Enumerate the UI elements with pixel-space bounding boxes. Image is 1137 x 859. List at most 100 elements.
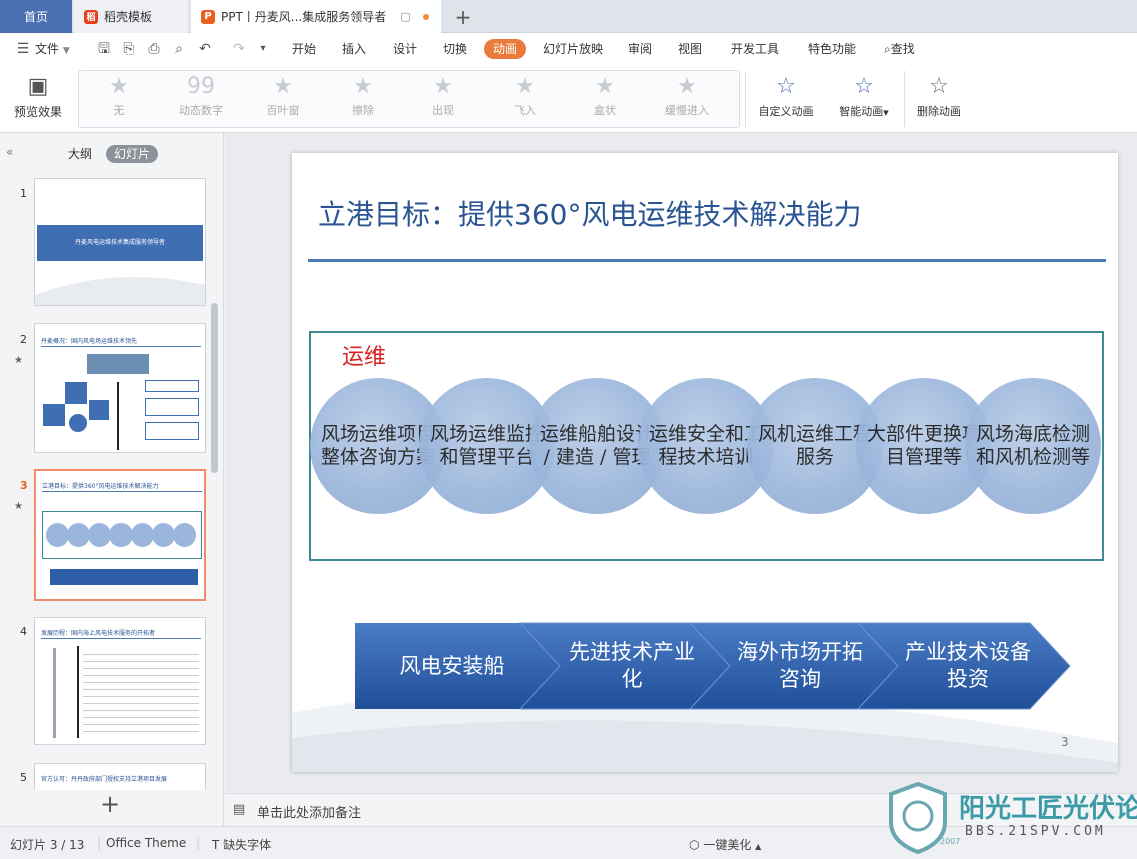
slide-thumb-3[interactable]: 立港目标：提供360°风电运维技术解决能力 [34, 469, 206, 601]
menu-design[interactable]: 设计 [393, 39, 417, 59]
hamburger-icon[interactable]: ☰ [14, 40, 32, 58]
effect-label: 缓慢进入 [665, 104, 709, 117]
effect-label: 盒状 [594, 104, 616, 117]
font-icon: T [212, 838, 220, 852]
menu-insert[interactable]: 插入 [342, 39, 366, 59]
menu-file[interactable]: 文件 ▼ [35, 39, 70, 59]
effect-wipe[interactable]: ★ 擦除 [323, 71, 403, 129]
tab-home[interactable]: 首页 [0, 0, 72, 33]
thumbnail-scrollbar[interactable] [211, 303, 218, 473]
delete-animation-button[interactable]: ☆ 删除动画 [910, 71, 968, 127]
effect-box[interactable]: ★ 盒状 [565, 71, 645, 129]
preview-icon: ▣ [27, 74, 49, 99]
status-divider: | [196, 836, 201, 850]
notes-icon: ▤ [233, 802, 246, 817]
smart-animation-button[interactable]: ☆ 智能动画▼ [832, 71, 896, 127]
slide-thumb-1[interactable]: 丹麦风电运维技术集成服务领导者 [34, 178, 206, 306]
custom-animation-button[interactable]: ☆ 自定义动画 [752, 71, 820, 127]
thumbnail-list: 1 丹麦风电运维技术集成服务领导者 2 ★ 丹麦概况：国内风电场运维技术领先 3… [0, 173, 224, 790]
add-slide-button[interactable]: + [100, 790, 120, 818]
menu-features[interactable]: 特色功能 [808, 39, 856, 59]
thumb-ship-image [87, 354, 149, 374]
star-icon: ★ [595, 74, 615, 99]
export-icon[interactable]: ⎘ [120, 40, 138, 58]
effect-dynamic-number[interactable]: 99 动态数字 [161, 71, 241, 129]
thumb-circle [151, 523, 175, 547]
slide-thumb-5[interactable]: 官方认可：丹丹政府部门授权支持立港项目发展 [34, 763, 206, 790]
thumb-item [145, 398, 199, 416]
tab-ppt[interactable]: P PPT丨丹麦风...集成服务领导者 ▢ [191, 0, 441, 33]
effect-label: 出现 [432, 104, 454, 117]
effect-fly-in[interactable]: ★ 飞入 [485, 71, 565, 129]
print-preview-icon[interactable]: ⌕ [170, 40, 188, 58]
tab-docer-label: 稻壳模板 [104, 10, 153, 24]
effect-blinds[interactable]: ★ 百叶窗 [243, 71, 323, 129]
search-icon: ⌕ [884, 42, 891, 56]
thumb-circle [46, 523, 70, 547]
thumb-box [43, 404, 65, 426]
menu-animation[interactable]: 动画 [484, 39, 527, 59]
slide-thumb-4[interactable]: 发展历程：国内海上风电技术服务的开拓者 [34, 617, 206, 745]
chevron-label: 先进技术产业化 [569, 640, 695, 691]
add-tab-button[interactable]: + [450, 0, 476, 33]
slide-number: 2 [20, 333, 27, 346]
slide-canvas[interactable]: 立港目标：提供360°风电运维技术解决能力 运维 风场运维项目整体咨询方案 风场… [292, 153, 1118, 772]
thumb-circle [130, 523, 154, 547]
redo-icon[interactable]: ↷ [230, 40, 248, 58]
ribbon-divider [904, 71, 905, 127]
thumb-rule [41, 638, 201, 639]
tab-outline[interactable]: 大纲 [60, 145, 100, 163]
effect-appear[interactable]: ★ 出现 [403, 71, 483, 129]
effect-ease-in[interactable]: ★ 缓慢进入 [647, 71, 727, 129]
service-circle[interactable]: 风场海底检测和风机检测等 [965, 378, 1101, 514]
watermark-name: 阳光工匠光伏论坛 [959, 794, 1137, 824]
window-icon[interactable]: ▢ [400, 10, 410, 23]
menu-slideshow[interactable]: 幻灯片放映 [543, 39, 603, 59]
cube-icon: ⬡ [689, 838, 700, 852]
thumb-circle [172, 523, 196, 547]
star-icon: ★ [515, 74, 535, 99]
thumb-line [117, 382, 119, 450]
thumb-turbine [53, 648, 56, 738]
slide-title[interactable]: 立港目标：提供360°风电运维技术解决能力 [318, 193, 861, 233]
operations-label[interactable]: 运维 [342, 339, 386, 371]
menu-devtools[interactable]: 开发工具 [731, 39, 779, 59]
menu-view[interactable]: 视图 [678, 39, 702, 59]
preview-effect-button[interactable]: ▣ 预览效果 [8, 71, 68, 127]
thumb-item [145, 380, 199, 392]
menu-transition[interactable]: 切换 [443, 39, 467, 59]
watermark-year: 2007 [940, 837, 961, 846]
thumb-title: 立港目标：提供360°风电运维技术解决能力 [42, 483, 159, 490]
star-icon: ☆ [854, 74, 874, 99]
menu-start[interactable]: 开始 [292, 39, 316, 59]
chevron-down-icon: ▼ [883, 109, 889, 117]
operations-box[interactable]: 运维 风场运维项目整体咨询方案 风场运维监控和管理平台 运维船舶设计 / 建造 … [309, 331, 1104, 561]
slide-page-number: 3 [1061, 735, 1069, 749]
thumb-box [89, 400, 109, 420]
slide-number: 3 [20, 479, 28, 492]
docer-logo-icon: 稻 [84, 9, 98, 24]
status-divider: | [97, 836, 102, 850]
collapse-icon[interactable]: « [6, 145, 13, 159]
missing-font-button[interactable]: T 缺失字体 [212, 836, 271, 853]
undo-icon[interactable]: ↶ [196, 40, 214, 58]
slide-panel: « 大纲 幻灯片 1 丹麦风电运维技术集成服务领导者 2 ★ 丹麦概况：国内风电… [0, 133, 224, 826]
thumb-circle [69, 414, 87, 432]
beautify-button[interactable]: ⬡ 一键美化 ▲ [689, 836, 761, 853]
slide-thumb-2[interactable]: 丹麦概况：国内风电场运维技术领先 [34, 323, 206, 453]
thumb-circles [46, 523, 196, 547]
menu-review[interactable]: 审阅 [628, 39, 652, 59]
thumb-chevron-bar [50, 569, 198, 585]
print-icon[interactable]: ⎙ [145, 40, 163, 58]
tab-docer[interactable]: 稻 稻壳模板 [74, 0, 188, 33]
save-icon[interactable]: 🖫 [95, 40, 113, 58]
chevron-label: 产业技术设备投资 [905, 640, 1031, 691]
tab-slides[interactable]: 幻灯片 [106, 145, 159, 163]
effect-none[interactable]: ★ 无 [79, 71, 159, 129]
more-icon[interactable]: ▾ [254, 40, 272, 58]
notes-placeholder[interactable]: 单击此处添加备注 [257, 802, 361, 821]
menu-search[interactable]: ⌕查找 [884, 39, 915, 59]
title-underline [308, 259, 1106, 262]
theme-name[interactable]: Office Theme [106, 836, 186, 850]
chevron-down-icon: ▼ [62, 46, 70, 56]
